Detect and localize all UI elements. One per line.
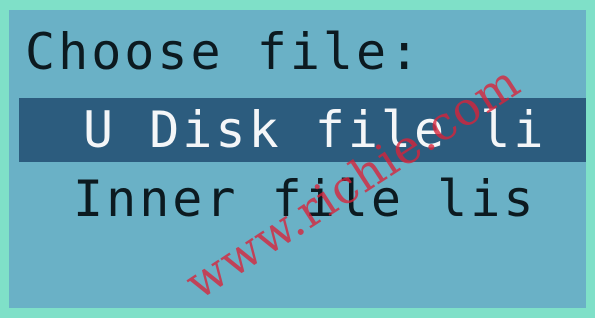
menu-item-u-disk-file-list[interactable]: U Disk file li xyxy=(19,98,586,162)
device-bezel: Choose file: U Disk file li Inner file l… xyxy=(0,0,595,318)
menu-item-inner-file-list[interactable]: Inner file lis xyxy=(9,167,586,231)
lcd-screen: Choose file: U Disk file li Inner file l… xyxy=(9,10,586,308)
screen-title: Choose file: xyxy=(25,23,423,81)
